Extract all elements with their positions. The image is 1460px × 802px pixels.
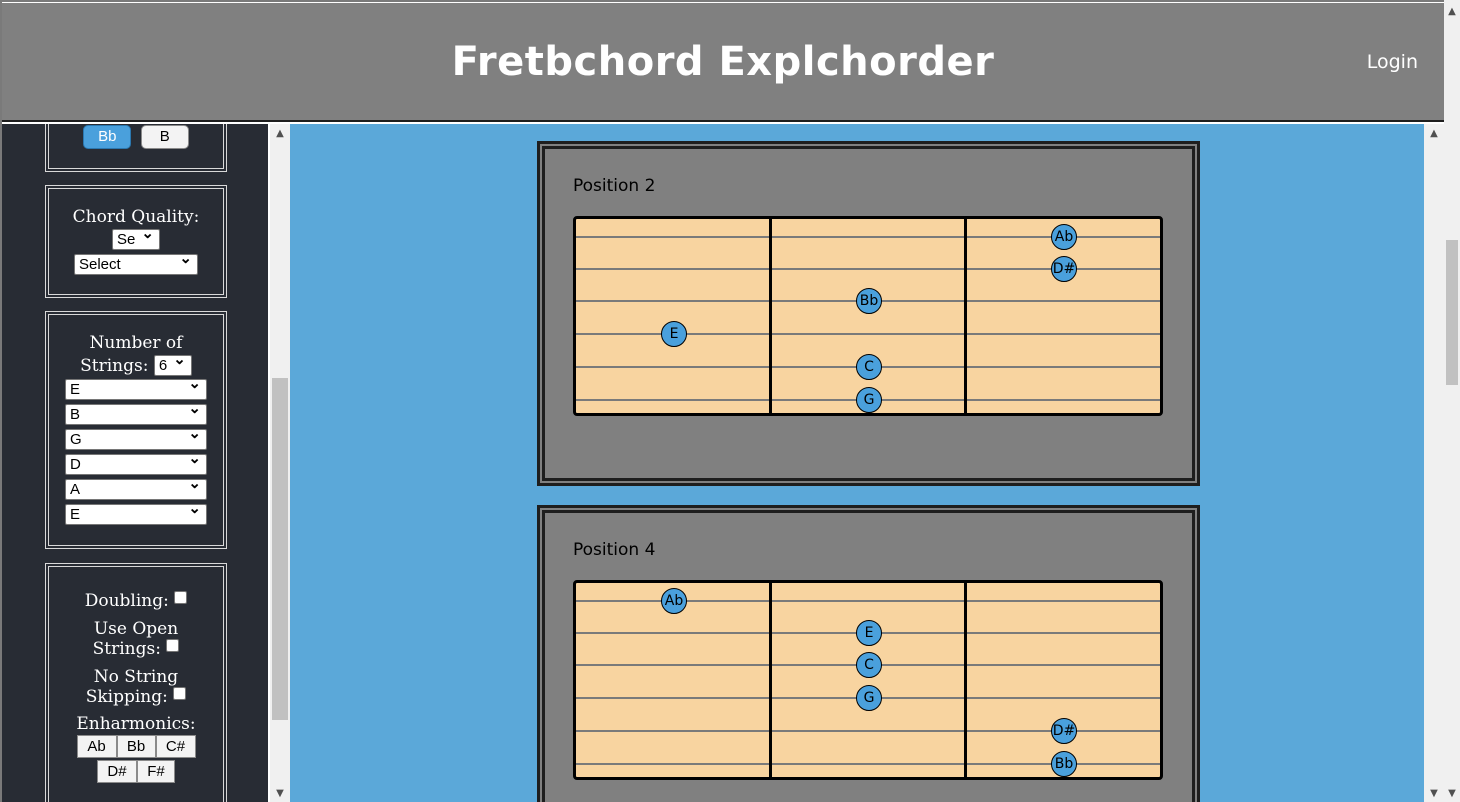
page-scroll-up-icon[interactable]: ▲ [1444,6,1460,17]
options-panel: Doubling: Use Open Strings: No String Sk… [45,563,227,802]
note-marker[interactable]: D# [1051,256,1077,282]
fret-wire [964,219,967,413]
note-marker[interactable]: Ab [1051,224,1077,250]
root-button-b[interactable]: B [140,125,189,149]
chord-quality-panel: Chord Quality: Se Select [45,185,227,298]
note-marker[interactable]: D# [1051,718,1077,744]
sidebar-scroll-thumb[interactable] [272,378,288,720]
app-header: Fretbchord Explchorder Login [2,3,1444,122]
page-scrollbar[interactable]: ▲ ▼ [1444,0,1460,802]
position-title: Position 4 [573,540,656,560]
fret-wire [964,583,967,777]
strings-label-line1: Number of [89,333,183,353]
note-marker[interactable]: E [661,321,687,347]
string-6-tuning-select[interactable]: E [65,499,207,525]
root-button-bb[interactable]: Bb [83,125,132,149]
note-marker[interactable]: E [856,620,882,646]
string-2-tuning-select[interactable]: B [65,399,207,425]
sidebar: Bb B Chord Quality: Se Select Number of … [2,124,268,802]
main-scroll-up-icon[interactable]: ▲ [1424,128,1444,139]
doubling-label: Doubling: [84,591,169,611]
enharmonic-button-bb[interactable]: Bb [116,735,156,758]
sidebar-scrollbar[interactable]: ▲ ▼ [270,124,290,802]
string-5-tuning-select[interactable]: A [65,474,207,500]
strings-panel: Number of Strings: 6 E B G D A E [45,311,227,549]
root-note-panel: Bb B [45,124,227,172]
string-3-tuning-select[interactable]: G [65,424,207,450]
position-card: Position 4 Ab E C G D# Bb [537,505,1200,802]
enharmonic-button-fsharp[interactable]: F# [137,760,175,783]
fret-wire [769,583,772,777]
position-card: Position 2 Ab D# Bb E C G [537,141,1200,486]
no-skip-label-line1: No String [93,667,179,687]
sidebar-scroll-down-icon[interactable]: ▼ [270,788,290,799]
sidebar-scroll-up-icon[interactable]: ▲ [270,128,290,139]
note-marker[interactable]: C [856,652,882,678]
main-scroll-down-icon[interactable]: ▼ [1424,788,1444,799]
chord-quality-select[interactable]: Select [74,249,198,275]
main-scrollbar[interactable]: ▲ ▼ [1424,124,1444,802]
string-4-tuning-select[interactable]: D [65,449,207,475]
fretboard: Ab E C G D# Bb [573,580,1163,780]
page-scroll-thumb[interactable] [1446,240,1458,385]
fretboard: Ab D# Bb E C G [573,216,1163,416]
open-strings-checkbox[interactable] [166,639,180,652]
enharmonic-button-ab[interactable]: Ab [76,735,117,758]
chord-quality-short-select[interactable]: Se [112,224,160,250]
position-title: Position 2 [573,176,656,196]
note-marker[interactable]: G [856,685,882,711]
doubling-checkbox[interactable] [174,591,188,604]
app-title: Fretbchord Explchorder [451,39,995,85]
note-marker[interactable]: Bb [856,288,882,314]
chord-quality-label: Chord Quality: [72,207,200,227]
no-skip-label-line2: Skipping: [85,687,168,707]
no-skip-checkbox[interactable] [173,687,187,700]
string-1-tuning-select[interactable]: E [65,374,207,400]
note-marker[interactable]: Bb [1051,751,1077,777]
login-link[interactable]: Login [1367,51,1418,73]
open-strings-label-line1: Use Open [93,619,179,639]
fret-wire [769,219,772,413]
note-marker[interactable]: Ab [661,588,687,614]
page-scroll-down-icon[interactable]: ▼ [1444,788,1460,799]
enharmonics-label: Enharmonics: [76,714,196,734]
strings-label-line2: Strings: [80,356,149,376]
note-marker[interactable]: G [856,387,882,413]
string-count-select[interactable]: 6 [153,350,192,376]
enharmonic-button-csharp[interactable]: C# [155,735,196,758]
open-strings-label-line2: Strings: [92,639,161,659]
positions-area: Position 2 Ab D# Bb E C G Position 4 Ab E C G D# B… [290,124,1424,802]
note-marker[interactable]: C [856,354,882,380]
enharmonic-button-dsharp[interactable]: D# [97,760,137,783]
